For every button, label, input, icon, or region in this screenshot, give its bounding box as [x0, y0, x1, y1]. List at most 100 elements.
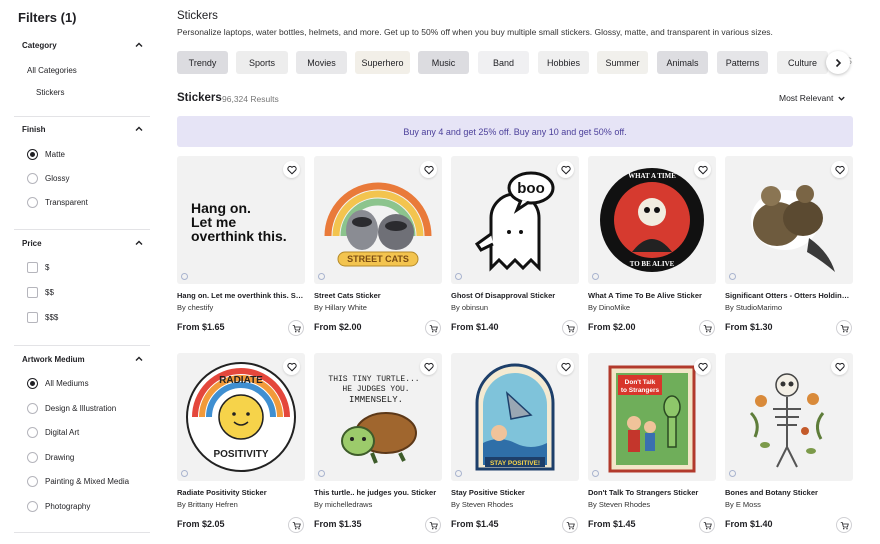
medium-option-drawing[interactable]: Drawing	[27, 451, 74, 463]
price-option-2[interactable]: $$	[27, 286, 54, 298]
product-image[interactable]	[725, 353, 853, 481]
add-to-cart-button[interactable]	[836, 517, 852, 533]
medium-option-design[interactable]: Design & Illustration	[27, 402, 116, 414]
product-title[interactable]: This turtle.. he judges you. Sticker	[314, 488, 442, 497]
product-title[interactable]: Street Cats Sticker	[314, 291, 442, 300]
product-artist[interactable]: By obinsun	[451, 303, 488, 312]
tag-sports[interactable]: Sports	[236, 51, 288, 74]
info-icon[interactable]	[318, 470, 325, 477]
product-image[interactable]: WHAT A TIME TO BE ALIVE	[588, 156, 716, 284]
product-artist[interactable]: By Hillary White	[314, 303, 367, 312]
product-card[interactable]: Hang on. Let me overthink this. Hang on. L…	[177, 156, 305, 336]
favorite-button[interactable]	[283, 358, 300, 375]
tag-movies[interactable]: Movies	[296, 51, 347, 74]
add-to-cart-button[interactable]	[288, 320, 304, 336]
favorite-button[interactable]	[831, 358, 848, 375]
favorite-button[interactable]	[557, 358, 574, 375]
info-icon[interactable]	[455, 470, 462, 477]
product-image[interactable]: Hang on. Let me overthink this.	[177, 156, 305, 284]
product-image[interactable]: RADIATE POSITIVITY	[177, 353, 305, 481]
add-to-cart-button[interactable]	[699, 320, 715, 336]
sort-dropdown[interactable]: Most Relevant	[779, 93, 846, 103]
product-image[interactable]: Don't Talk to Strangers	[588, 353, 716, 481]
favorite-button[interactable]	[283, 161, 300, 178]
tag-animals[interactable]: Animals	[657, 51, 708, 74]
category-heading[interactable]: Category	[22, 41, 57, 50]
product-image[interactable]: STAY POSITIVE!	[451, 353, 579, 481]
product-title[interactable]: Stay Positive Sticker	[451, 488, 579, 497]
add-to-cart-button[interactable]	[562, 517, 578, 533]
tag-trendy[interactable]: Trendy	[177, 51, 228, 74]
add-to-cart-button[interactable]	[699, 517, 715, 533]
chevron-up-icon[interactable]	[134, 354, 144, 364]
favorite-button[interactable]	[694, 161, 711, 178]
medium-option-all[interactable]: All Mediums	[27, 377, 89, 389]
product-artist[interactable]: By chestify	[177, 303, 213, 312]
info-icon[interactable]	[455, 273, 462, 280]
product-artist[interactable]: By E Moss	[725, 500, 761, 509]
info-icon[interactable]	[592, 470, 599, 477]
tag-culture[interactable]: Culture	[777, 51, 828, 74]
radio[interactable]	[27, 402, 38, 414]
checkbox[interactable]	[27, 286, 38, 298]
add-to-cart-button[interactable]	[836, 320, 852, 336]
product-artist[interactable]: By DinoMike	[588, 303, 630, 312]
price-heading[interactable]: Price	[22, 239, 42, 248]
product-title[interactable]: Don't Talk To Strangers Sticker	[588, 488, 716, 497]
product-title[interactable]: What A Time To Be Alive Sticker	[588, 291, 716, 300]
checkbox[interactable]	[27, 311, 38, 323]
product-card[interactable]: WHAT A TIME TO BE ALIVE What A Time To B…	[588, 156, 716, 336]
tag-music[interactable]: Music	[418, 51, 469, 74]
favorite-button[interactable]	[831, 161, 848, 178]
info-icon[interactable]	[729, 470, 736, 477]
add-to-cart-button[interactable]	[288, 517, 304, 533]
info-icon[interactable]	[318, 273, 325, 280]
favorite-button[interactable]	[694, 358, 711, 375]
finish-option-matte[interactable]: Matte	[27, 148, 65, 160]
info-icon[interactable]	[729, 273, 736, 280]
tag-band[interactable]: Band	[478, 51, 529, 74]
stickers-category-link[interactable]: Stickers	[36, 88, 64, 97]
radio[interactable]	[27, 172, 38, 184]
checkbox[interactable]	[27, 261, 38, 273]
add-to-cart-button[interactable]	[562, 320, 578, 336]
favorite-button[interactable]	[420, 161, 437, 178]
product-card[interactable]: STAY POSITIVE! Stay Positive Sticker By …	[451, 353, 579, 533]
product-title[interactable]: Radiate Positivity Sticker	[177, 488, 305, 497]
product-card[interactable]: Bones and Botany Sticker By E Moss From …	[725, 353, 853, 533]
radio[interactable]	[27, 475, 38, 487]
all-categories-link[interactable]: All Categories	[27, 66, 77, 75]
finish-option-glossy[interactable]: Glossy	[27, 172, 69, 184]
info-icon[interactable]	[181, 273, 188, 280]
product-card[interactable]: boo Ghost Of Disapproval Sticker By obin…	[451, 156, 579, 336]
finish-heading[interactable]: Finish	[22, 125, 46, 134]
product-artist[interactable]: By StudioMarimo	[725, 303, 782, 312]
product-image[interactable]: THIS TINY TURTLE... HE JUDGES YOU. IMMEN…	[314, 353, 442, 481]
chevron-up-icon[interactable]	[134, 124, 144, 134]
radio[interactable]	[27, 196, 38, 208]
medium-option-photography[interactable]: Photography	[27, 500, 90, 512]
radio[interactable]	[27, 426, 38, 438]
medium-option-digital[interactable]: Digital Art	[27, 426, 79, 438]
tag-hobbies[interactable]: Hobbies	[538, 51, 589, 74]
product-artist[interactable]: By Steven Rhodes	[451, 500, 513, 509]
product-card[interactable]: Don't Talk to Strangers Don't Talk To St…	[588, 353, 716, 533]
price-option-3[interactable]: $$$	[27, 311, 58, 323]
product-title[interactable]: Hang on. Let me overthink this. Sticker	[177, 291, 305, 300]
radio[interactable]	[27, 500, 38, 512]
medium-option-painting[interactable]: Painting & Mixed Media	[27, 475, 129, 487]
tags-next-button[interactable]	[826, 51, 850, 74]
product-card[interactable]: RADIATE POSITIVITY Radiate Positivity St…	[177, 353, 305, 533]
product-card[interactable]: THIS TINY TURTLE... HE JUDGES YOU. IMMEN…	[314, 353, 442, 533]
info-icon[interactable]	[181, 470, 188, 477]
product-artist[interactable]: By Brittany Hefren	[177, 500, 238, 509]
product-title[interactable]: Ghost Of Disapproval Sticker	[451, 291, 579, 300]
chevron-up-icon[interactable]	[134, 238, 144, 248]
add-to-cart-button[interactable]	[425, 517, 441, 533]
product-artist[interactable]: By Steven Rhodes	[588, 500, 650, 509]
tag-patterns[interactable]: Patterns	[717, 51, 768, 74]
info-icon[interactable]	[592, 273, 599, 280]
favorite-button[interactable]	[557, 161, 574, 178]
product-image[interactable]	[725, 156, 853, 284]
tag-superhero[interactable]: Superhero	[355, 51, 410, 74]
